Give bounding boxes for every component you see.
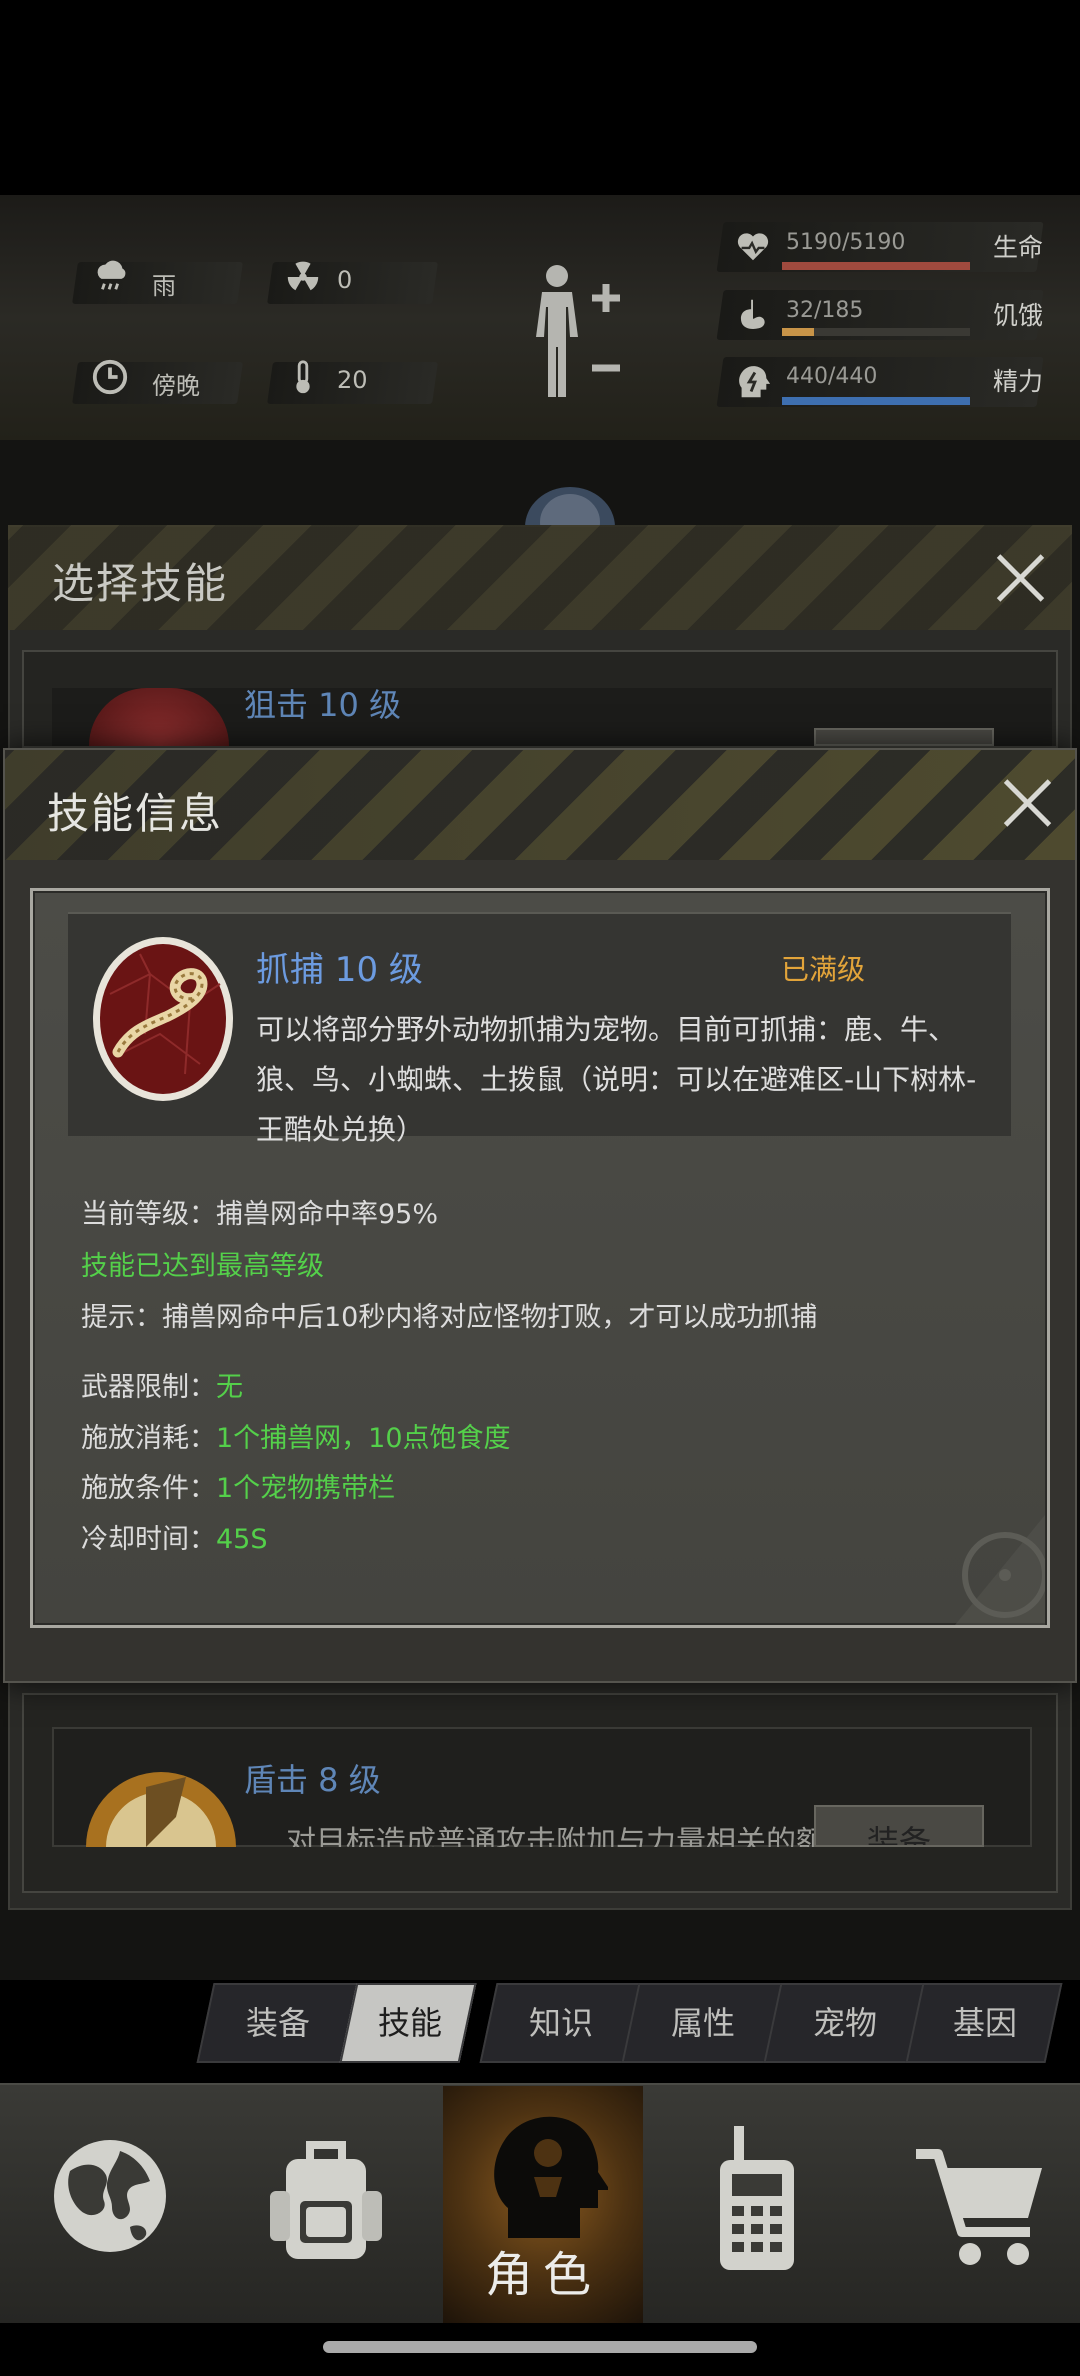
skill-max-badge: 已满级 xyxy=(781,953,866,986)
max-level-note: 技能已达到最高等级 xyxy=(81,1251,324,1282)
hunger-value: 32/185 xyxy=(786,298,864,323)
tab-pets-label: 宠物 xyxy=(812,2004,877,2042)
cooldown-row: 冷却时间：45S xyxy=(81,1517,268,1556)
skill-info-title: 技能信息 xyxy=(47,789,224,838)
thermometer-icon xyxy=(296,360,310,394)
skill-name: 抓捕 10 级 xyxy=(256,950,423,990)
stomach-icon xyxy=(740,299,765,330)
cast-cost-value: 1个捕兽网，10点饱食度 xyxy=(216,1423,511,1454)
capture-rope-icon xyxy=(93,937,233,1101)
energy-head-icon xyxy=(739,366,771,398)
tab-skills-label: 技能 xyxy=(377,2004,442,2042)
cast-condition-value: 1个宠物携带栏 xyxy=(216,1473,396,1504)
home-indicator[interactable] xyxy=(323,2341,757,2353)
weapon-limit-row: 武器限制：无 xyxy=(81,1365,243,1404)
select-skill-title: 选择技能 xyxy=(52,559,229,608)
backpack-icon[interactable] xyxy=(266,2131,386,2266)
tab-equipment-label: 装备 xyxy=(245,2004,310,2042)
skill-desc-shield-bash: 对目标造成普通攻击附加与力量相关的额 xyxy=(286,1825,826,1847)
cooldown-label: 冷却时间： xyxy=(81,1524,216,1555)
skill-name-snipe: 狙击 10 级 xyxy=(244,686,402,724)
time-of-day: 傍晚 xyxy=(152,372,200,400)
cart-icon[interactable] xyxy=(912,2146,1047,2271)
cast-cost-row: 施放消耗：1个捕兽网，10点饱食度 xyxy=(81,1416,511,1455)
skill-card-shield-bash[interactable]: 盾击 8 级 对目标造成普通攻击附加与力量相关的额 装备 xyxy=(22,1693,1058,1893)
close-skill-info-button[interactable] xyxy=(1000,776,1054,830)
skill-description: 可以将部分野外动物抓捕为宠物。目前可抓捕：鹿、牛、狼、鸟、小蜘蛛、土拨鼠（说明：… xyxy=(256,1013,977,1146)
clock-icon xyxy=(92,359,128,395)
nav-role-label: 角色 xyxy=(484,2247,601,2303)
hunger-bar xyxy=(782,328,814,336)
role-head-icon xyxy=(494,2116,608,2238)
body-status-icon[interactable] xyxy=(522,258,622,408)
walkie-talkie-icon[interactable] xyxy=(712,2126,802,2271)
current-level-line: 当前等级：捕兽网命中率95% xyxy=(81,1199,439,1230)
capture-tip: 提示：捕兽网命中后10秒内将对应怪物打败，才可以成功抓捕 xyxy=(81,1302,818,1333)
weapon-limit-value: 无 xyxy=(216,1372,243,1403)
weapon-limit-label: 武器限制： xyxy=(81,1372,216,1403)
skill-name-shield-bash: 盾击 8 级 xyxy=(244,1761,381,1799)
heart-icon xyxy=(737,233,769,261)
radiation-icon xyxy=(287,261,319,291)
energy-label: 精力 xyxy=(993,367,1044,396)
tab-genes-label: 基因 xyxy=(952,2004,1017,2042)
health-bar xyxy=(782,262,970,270)
radiation-value: 0 xyxy=(337,266,353,294)
tab-attributes-label: 属性 xyxy=(670,2004,735,2042)
temperature-value: 20 xyxy=(337,366,368,394)
health-label: 生命 xyxy=(993,233,1044,262)
rain-cloud-icon xyxy=(97,260,126,290)
shield-bash-icon xyxy=(86,1772,236,1847)
skill-card-snipe[interactable]: 狙击 10 级 xyxy=(22,650,1058,748)
health-value: 5190/5190 xyxy=(786,230,906,255)
cooldown-value: 45S xyxy=(216,1524,268,1555)
globe-icon[interactable] xyxy=(50,2131,170,2261)
cast-cost-label: 施放消耗： xyxy=(81,1423,216,1454)
equip-shield-bash-button[interactable]: 装备 xyxy=(814,1805,984,1847)
hunger-label: 饥饿 xyxy=(993,301,1044,330)
weather-text: 雨 xyxy=(152,272,176,300)
cast-condition-label: 施放条件： xyxy=(81,1473,216,1504)
energy-value: 440/440 xyxy=(786,364,878,389)
tab-knowledge-label: 知识 xyxy=(528,2004,593,2042)
radiation-watermark-icon xyxy=(955,1515,1045,1625)
cast-condition-row: 施放条件：1个宠物携带栏 xyxy=(81,1466,395,1505)
close-select-skill-button[interactable] xyxy=(993,551,1047,605)
energy-bar xyxy=(782,397,970,405)
